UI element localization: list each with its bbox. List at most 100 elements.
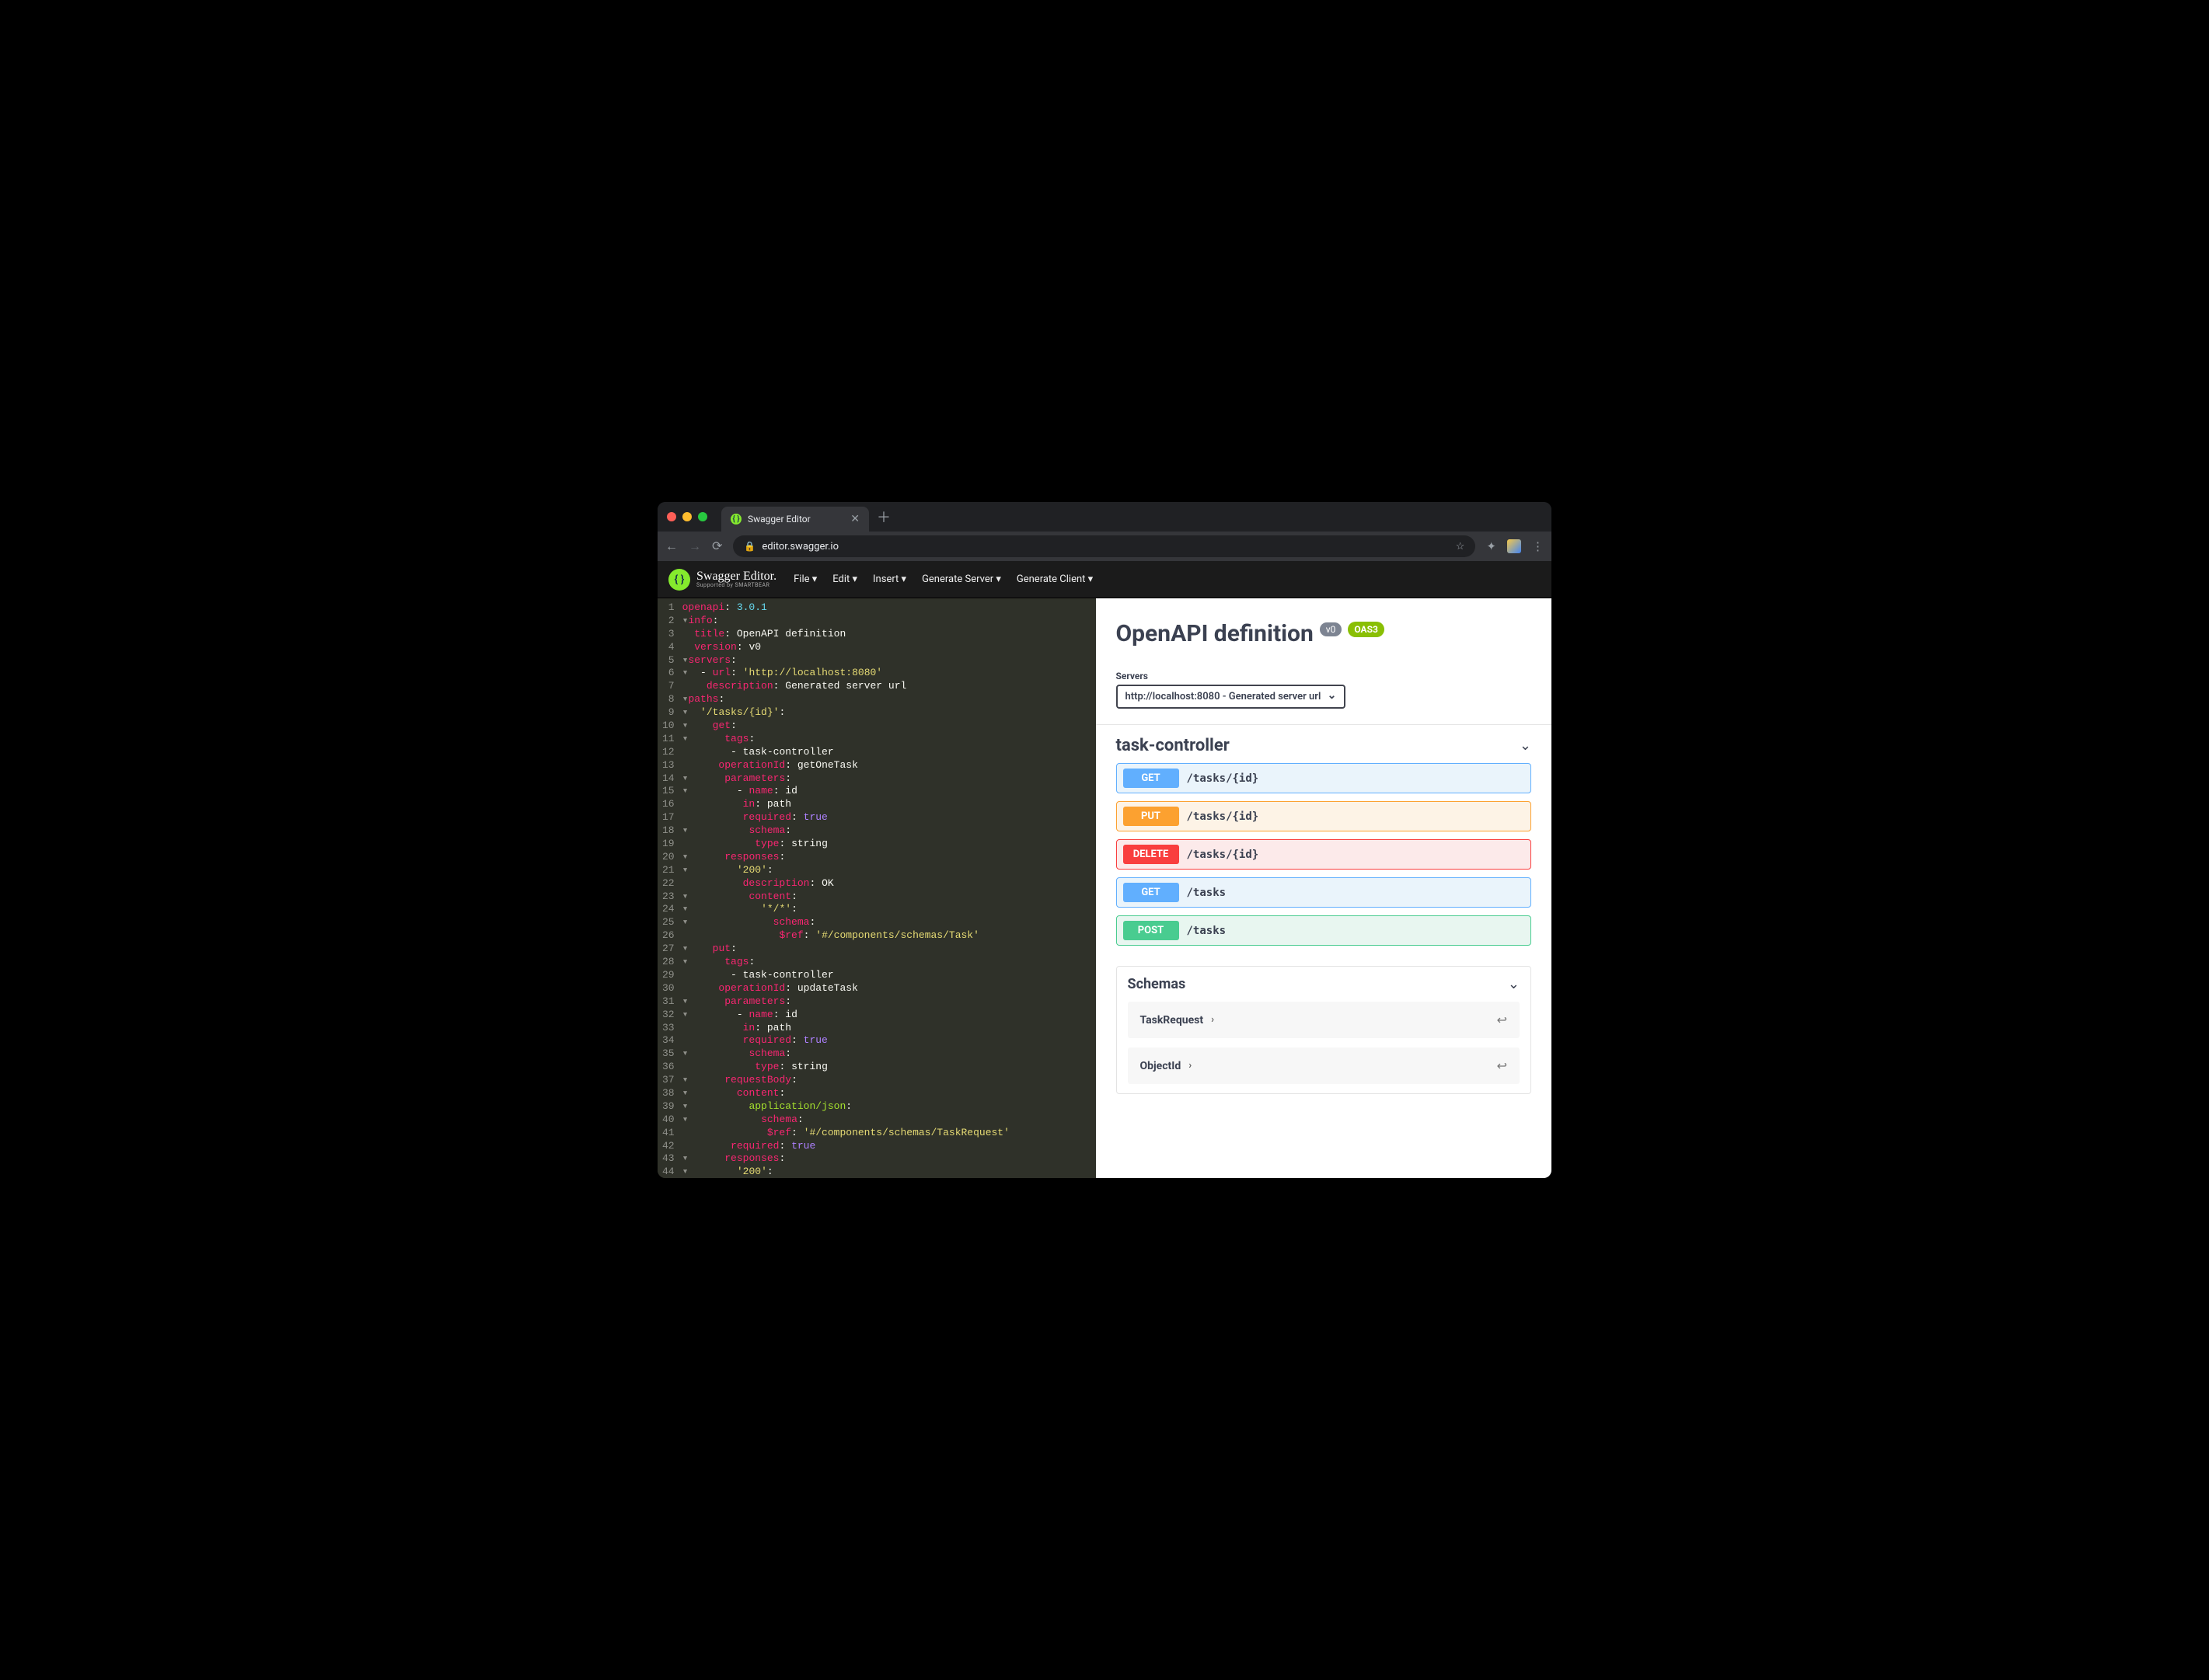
code-line[interactable]: ▾ get: — [682, 720, 1010, 733]
copy-icon[interactable]: ↩ — [1497, 1058, 1507, 1073]
menu-edit[interactable]: Edit ▾ — [832, 573, 857, 585]
code-line[interactable]: in: path — [682, 798, 1010, 811]
code-line[interactable]: ▾ application/json: — [682, 1100, 1010, 1114]
code-line[interactable]: description: OK — [682, 877, 1010, 891]
line-number: 23 — [662, 891, 675, 904]
menu-generate-server[interactable]: Generate Server ▾ — [922, 573, 1001, 585]
schema-row[interactable]: ObjectId ›↩ — [1128, 1047, 1520, 1084]
operation-row[interactable]: GET/tasks/{id} — [1116, 763, 1532, 793]
code-line[interactable]: type: string — [682, 838, 1010, 851]
code-line[interactable]: operationId: updateTask — [682, 982, 1010, 995]
line-number: 32 — [662, 1009, 675, 1022]
operation-row[interactable]: PUT/tasks/{id} — [1116, 801, 1532, 831]
browser-tab[interactable]: { } Swagger Editor ✕ — [721, 507, 869, 532]
code-line[interactable]: ▾ parameters: — [682, 995, 1010, 1009]
code-line[interactable]: ▾ responses: — [682, 851, 1010, 864]
code-line[interactable]: ▾ '200': — [682, 1166, 1010, 1178]
code-line[interactable]: ▾ tags: — [682, 733, 1010, 746]
code-line[interactable]: ▾info: — [682, 615, 1010, 628]
menu-file[interactable]: File ▾ — [794, 573, 817, 585]
menu-insert[interactable]: Insert ▾ — [873, 573, 906, 585]
code-line[interactable]: ▾paths: — [682, 693, 1010, 706]
schema-row[interactable]: TaskRequest › ↩ — [1128, 1002, 1520, 1038]
code-line[interactable]: ▾ - name: id — [682, 785, 1010, 798]
code-line[interactable]: ▾ '*/*': — [682, 903, 1010, 916]
code-line[interactable]: in: path — [682, 1022, 1010, 1035]
tab-close-icon[interactable]: ✕ — [850, 513, 860, 525]
menu-items: File ▾ Edit ▾ Insert ▾ Generate Server ▾… — [794, 573, 1093, 585]
nav-controls: ← → ⟳ — [665, 539, 722, 554]
code-line[interactable]: openapi: 3.0.1 — [682, 601, 1010, 615]
minimize-window-icon[interactable] — [682, 512, 692, 521]
code-line[interactable]: ▾ schema: — [682, 824, 1010, 838]
http-method-badge: GET — [1123, 769, 1179, 788]
line-gutter: 1234567891011121314151617181920212223242… — [658, 598, 682, 1178]
servers-select[interactable]: http://localhost:8080 - Generated server… — [1116, 685, 1346, 709]
star-icon[interactable]: ☆ — [1456, 541, 1465, 552]
code-line[interactable]: - task-controller — [682, 746, 1010, 759]
code-line[interactable]: required: true — [682, 811, 1010, 824]
code-line[interactable]: ▾ parameters: — [682, 772, 1010, 786]
operation-row[interactable]: POST/tasks — [1116, 915, 1532, 946]
line-number: 16 — [662, 798, 675, 811]
code-line[interactable]: operationId: getOneTask — [682, 759, 1010, 772]
code-line[interactable]: ▾ schema: — [682, 1047, 1010, 1061]
address-bar: ← → ⟳ 🔒 editor.swagger.io ☆ ✦ ⋮ — [658, 532, 1551, 561]
operation-path: /tasks — [1187, 925, 1227, 937]
swagger-preview: OpenAPI definition v0 OAS3 Servers http:… — [1096, 598, 1552, 1178]
app-menubar: { } Swagger Editor. Supported by SMARTBE… — [658, 561, 1551, 598]
code-line[interactable]: required: true — [682, 1034, 1010, 1047]
close-window-icon[interactable] — [667, 512, 676, 521]
code-line[interactable]: version: v0 — [682, 641, 1010, 654]
back-button[interactable]: ← — [665, 539, 678, 554]
line-number: 17 — [662, 811, 675, 824]
line-number: 20 — [662, 851, 675, 864]
line-number: 26 — [662, 929, 675, 943]
code-line[interactable]: ▾ '/tasks/{id}': — [682, 706, 1010, 720]
code-line[interactable]: ▾ requestBody: — [682, 1074, 1010, 1087]
chevron-down-icon: ⌄ — [1520, 737, 1531, 754]
code-line[interactable]: - task-controller — [682, 969, 1010, 982]
forward-button[interactable]: → — [689, 539, 701, 554]
schemas-header[interactable]: Schemas ⌄ — [1117, 967, 1531, 1002]
code-line[interactable]: ▾ schema: — [682, 1114, 1010, 1127]
url-text: editor.swagger.io — [762, 541, 839, 552]
code-line[interactable]: $ref: '#/components/schemas/Task' — [682, 929, 1010, 943]
tab-title: Swagger Editor — [748, 514, 811, 525]
code-line[interactable]: ▾ - name: id — [682, 1009, 1010, 1022]
code-line[interactable]: ▾ content: — [682, 891, 1010, 904]
code-line[interactable]: ▾ schema: — [682, 916, 1010, 929]
extensions-icon[interactable]: ✦ — [1486, 539, 1496, 553]
code-line[interactable]: title: OpenAPI definition — [682, 628, 1010, 641]
url-input[interactable]: 🔒 editor.swagger.io ☆ — [733, 535, 1475, 557]
code-line[interactable]: ▾ '200': — [682, 864, 1010, 877]
tab-bar: { } Swagger Editor ✕ ＋ — [658, 502, 1551, 532]
tag-header[interactable]: task-controller ⌄ — [1116, 725, 1532, 763]
code-line[interactable]: type: string — [682, 1061, 1010, 1074]
code-line[interactable]: $ref: '#/components/schemas/TaskRequest' — [682, 1127, 1010, 1140]
reload-button[interactable]: ⟳ — [712, 539, 722, 554]
line-number: 37 — [662, 1074, 675, 1087]
code-line[interactable]: ▾ content: — [682, 1087, 1010, 1100]
code-line[interactable]: description: Generated server url — [682, 680, 1010, 693]
operation-row[interactable]: DELETE/tasks/{id} — [1116, 839, 1532, 870]
maximize-window-icon[interactable] — [698, 512, 707, 521]
operation-row[interactable]: GET/tasks — [1116, 877, 1532, 908]
code-line[interactable]: ▾ tags: — [682, 956, 1010, 969]
line-number: 9 — [662, 706, 675, 720]
schema-name: TaskRequest › — [1140, 1014, 1215, 1026]
code-line[interactable]: ▾servers: — [682, 654, 1010, 667]
menu-generate-client[interactable]: Generate Client ▾ — [1017, 573, 1093, 585]
code-line[interactable]: ▾ - url: 'http://localhost:8080' — [682, 667, 1010, 680]
traffic-lights — [667, 512, 707, 521]
browser-menu-icon[interactable]: ⋮ — [1532, 539, 1544, 553]
code-editor[interactable]: 1234567891011121314151617181920212223242… — [658, 598, 1096, 1178]
code-line[interactable]: ▾ put: — [682, 943, 1010, 956]
code-line[interactable]: ▾ responses: — [682, 1152, 1010, 1166]
extension-badge-icon[interactable] — [1507, 539, 1521, 553]
code-content[interactable]: openapi: 3.0.1▾info: title: OpenAPI defi… — [682, 598, 1010, 1178]
new-tab-button[interactable]: ＋ — [877, 507, 891, 527]
line-number: 43 — [662, 1152, 675, 1166]
copy-icon[interactable]: ↩ — [1497, 1013, 1507, 1027]
code-line[interactable]: required: true — [682, 1140, 1010, 1153]
